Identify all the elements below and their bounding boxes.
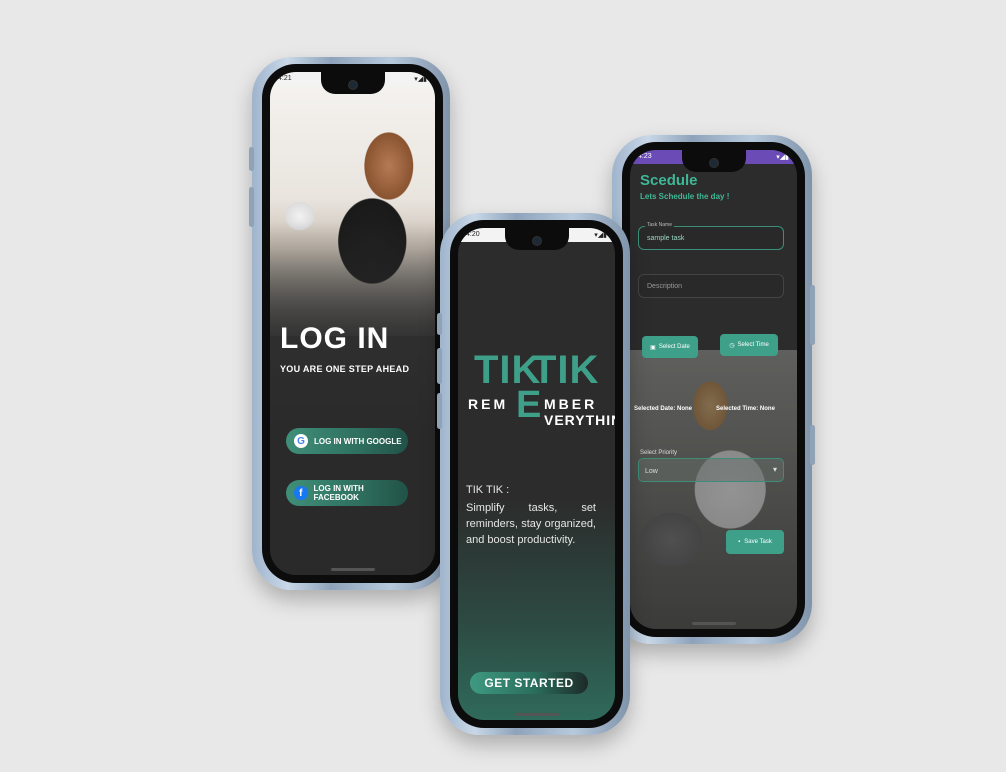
signal-icon: ▾◢▮ (414, 76, 427, 83)
logo-verything: VERYTHING (544, 412, 615, 428)
side-button (437, 313, 442, 335)
side-button (437, 348, 442, 384)
home-indicator[interactable] (691, 622, 736, 625)
google-icon: G (294, 434, 308, 448)
schedule-phone: 4:23 ▾◢▮ Scedule Lets Schedule the day !… (612, 135, 815, 644)
camera (531, 236, 542, 246)
logo-rem: REM (468, 396, 509, 412)
priority-value: Low (645, 468, 658, 475)
google-login-button[interactable]: G LOG IN WITH GOOGLE (286, 428, 408, 454)
home-indicator[interactable] (330, 568, 375, 571)
app-logo: TIK TIK REM E MBER VERYTHING (468, 348, 615, 428)
description-placeholder: Description (647, 283, 683, 290)
facebook-login-button[interactable]: f LOG IN WITH FACEBOOK (286, 480, 408, 506)
signal-icon: ▾◢▮ (594, 232, 607, 239)
chevron-down-icon: ▾ (772, 465, 777, 474)
select-date-button[interactable]: ▣ Select Date (642, 336, 698, 358)
side-button (249, 187, 254, 227)
save-task-label: Save Task (744, 539, 772, 545)
page-subtitle: Lets Schedule the day ! (640, 192, 730, 201)
selected-date-text: Selected Date: None (634, 406, 693, 412)
login-phone: 4:21 ▾◢▮ LOG IN YOU ARE ONE STEP AHEAD G… (249, 57, 450, 590)
calendar-icon: ▣ (650, 344, 656, 351)
select-time-button[interactable]: ◷ Select Time (720, 334, 778, 356)
description-text: Simplify tasks, set reminders, stay orga… (466, 502, 596, 546)
description-title: TIK TIK : (466, 484, 510, 496)
clock-icon: ◷ (729, 342, 735, 349)
home-indicator[interactable] (514, 713, 559, 716)
photo-fade (270, 222, 435, 575)
priority-label: Select Priority (640, 450, 678, 456)
facebook-login-label: LOG IN WITH FACEBOOK (313, 484, 364, 502)
task-name-field[interactable]: Task Name sample task (638, 222, 784, 250)
login-screen: 4:21 ▾◢▮ LOG IN YOU ARE ONE STEP AHEAD G… (270, 72, 435, 575)
description-field[interactable]: Description (638, 274, 784, 298)
phone-bezel: 4:23 ▾◢▮ Scedule Lets Schedule the day !… (622, 142, 805, 637)
status-time: 4:21 (278, 75, 292, 82)
welcome-screen: 4:20 ▾◢▮ TIK TIK REM E MBER VERYTHING TI… (458, 228, 615, 720)
get-started-button[interactable]: GET STARTED (470, 672, 588, 694)
save-task-button[interactable]: ▪ Save Task (726, 530, 784, 554)
selected-time-text: Selected Time: None (716, 406, 775, 412)
side-button (437, 393, 442, 429)
background-photo (630, 350, 797, 629)
signal-icon: ▾◢▮ (776, 154, 789, 161)
camera (708, 158, 719, 168)
task-name-value: sample task (647, 235, 685, 242)
status-time: 4:23 (638, 153, 652, 160)
page-title: Scedule (640, 172, 698, 189)
login-subtitle: YOU ARE ONE STEP AHEAD (280, 364, 410, 374)
side-button (810, 425, 815, 465)
select-time-label: Select Time (737, 342, 769, 348)
task-name-label: Task Name (645, 222, 675, 228)
priority-select[interactable]: Low ▾ (638, 458, 784, 482)
logo-e: E (516, 384, 542, 426)
login-title: LOG IN (280, 322, 390, 355)
phone-bezel: 4:21 ▾◢▮ LOG IN YOU ARE ONE STEP AHEAD G… (262, 64, 443, 583)
side-button (249, 147, 254, 171)
schedule-screen: 4:23 ▾◢▮ Scedule Lets Schedule the day !… (630, 150, 797, 629)
save-icon: ▪ (738, 539, 741, 545)
camera (347, 80, 358, 90)
logo-tik-2: TIK (532, 348, 600, 392)
status-time: 4:20 (466, 231, 480, 238)
phone-bezel: 4:20 ▾◢▮ TIK TIK REM E MBER VERYTHING TI… (450, 220, 623, 728)
welcome-phone: 4:20 ▾◢▮ TIK TIK REM E MBER VERYTHING TI… (437, 213, 630, 735)
facebook-icon: f (294, 486, 308, 500)
select-date-label: Select Date (658, 344, 690, 350)
google-login-label: LOG IN WITH GOOGLE (314, 436, 402, 446)
logo-mber: MBER (544, 396, 598, 412)
side-button (810, 285, 815, 345)
